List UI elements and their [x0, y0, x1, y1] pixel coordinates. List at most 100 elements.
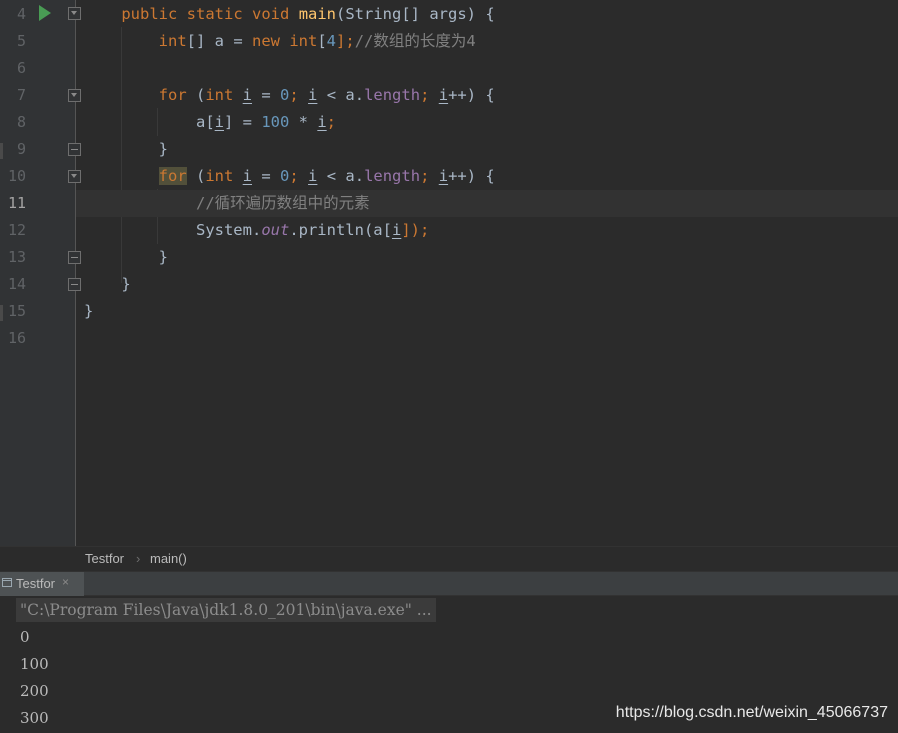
number-literal: 0: [280, 86, 290, 104]
line-number: 13: [7, 248, 26, 266]
code-text: }: [158, 248, 168, 266]
console-output-line: 0: [20, 628, 30, 646]
line-number: 8: [16, 113, 26, 131]
variable: i: [308, 86, 318, 104]
code-line: int[] a = new int[4];//数组的长度为4: [84, 28, 898, 55]
line-number: 15: [7, 302, 26, 320]
code-text: =: [252, 86, 281, 104]
run-console[interactable]: "C:\Program Files\Java\jdk1.8.0_201\bin\…: [0, 596, 898, 733]
tab-testfor[interactable]: Testfor ×: [0, 572, 84, 596]
line-number: 9: [16, 140, 26, 158]
code-text: ++) {: [448, 167, 495, 185]
line-number: 6: [16, 59, 26, 77]
code-text: (: [186, 86, 206, 104]
comment: //循环遍历数组中的元素: [195, 194, 370, 212]
variable: i: [438, 86, 449, 104]
keyword: for: [158, 86, 187, 104]
number-literal: 4: [326, 32, 337, 50]
code-text: }: [121, 275, 131, 293]
code-text: ];: [336, 32, 355, 50]
line-number: 10: [7, 167, 26, 185]
line-number: 14: [7, 275, 26, 293]
fold-icon[interactable]: [68, 278, 81, 291]
line-number: 5: [16, 32, 26, 50]
editor-gutter: 4 5 6 7 8 9 10 11 12 13 14 15 16: [0, 0, 81, 546]
variable: i: [317, 113, 327, 131]
keyword: int: [158, 32, 187, 50]
code-editor[interactable]: 4 5 6 7 8 9 10 11 12 13 14 15 16 public …: [0, 0, 898, 546]
code-line-current: //循环遍历数组中的元素: [76, 190, 898, 217]
field-name: length: [364, 167, 421, 185]
run-tool-window-tabs: Testfor ×: [0, 571, 898, 596]
method-name: main: [298, 5, 337, 23]
keyword: new: [251, 32, 280, 50]
line-number: 4: [16, 5, 26, 23]
keyword: void: [252, 5, 290, 23]
code-text: [: [317, 32, 327, 50]
keyword: for: [158, 167, 187, 185]
variable: i: [391, 221, 402, 239]
comment: //数组的长度为4: [354, 32, 476, 50]
code-text: (String[] args) {: [336, 5, 495, 23]
variable: i: [438, 167, 449, 185]
fold-icon[interactable]: [68, 170, 81, 183]
keyword: int: [205, 167, 234, 185]
code-text: [] a =: [186, 32, 252, 50]
breadcrumb-separator: ›: [136, 551, 141, 566]
static-field: out: [261, 221, 290, 239]
code-text: *: [289, 113, 318, 131]
fold-icon[interactable]: [68, 143, 81, 156]
keyword: static: [186, 5, 243, 23]
fold-icon[interactable]: [68, 89, 81, 102]
close-icon[interactable]: ×: [62, 575, 69, 589]
variable: i: [214, 113, 224, 131]
code-text: }: [158, 140, 168, 158]
number-literal: 100: [261, 113, 290, 131]
keyword: public: [121, 5, 178, 23]
code-text: ;: [326, 113, 337, 131]
keyword: int: [205, 86, 234, 104]
line-number: 12: [7, 221, 26, 239]
code-text: < a.: [317, 167, 365, 185]
fold-icon[interactable]: [68, 251, 81, 264]
code-line: for (int i = 0; i < a.length; i++) {: [84, 163, 898, 190]
keyword: int: [289, 32, 318, 50]
variable: i: [308, 167, 318, 185]
field-name: length: [364, 86, 421, 104]
code-line: }: [84, 271, 898, 298]
code-text: System.: [195, 221, 262, 239]
breadcrumb-item-class[interactable]: Testfor: [85, 551, 124, 566]
tab-label: Testfor: [16, 576, 56, 591]
console-output-line: 200: [20, 682, 49, 700]
line-number: 16: [7, 329, 26, 347]
variable: i: [242, 167, 253, 185]
code-text: ;: [289, 167, 299, 185]
breadcrumb: Testfor › main(): [0, 546, 898, 572]
console-command-line[interactable]: "C:\Program Files\Java\jdk1.8.0_201\bin\…: [16, 598, 436, 622]
code-text: ]);: [401, 221, 430, 239]
code-line: for (int i = 0; i < a.length; i++) {: [84, 82, 898, 109]
code-line: }: [84, 244, 898, 271]
code-text: }: [84, 302, 94, 320]
watermark: https://blog.csdn.net/weixin_45066737: [615, 704, 888, 721]
gutter-marker: [0, 143, 3, 159]
gutter-marker: [0, 305, 3, 321]
code-line: }: [84, 298, 898, 325]
run-icon[interactable]: [39, 5, 51, 21]
code-line: public static void main(String[] args) {: [84, 1, 898, 28]
console-icon: [2, 578, 12, 587]
variable: i: [242, 86, 253, 104]
code-line: a[i] = 100 * i;: [84, 109, 898, 136]
console-output-line: 100: [20, 655, 49, 673]
line-number: 7: [16, 86, 26, 104]
code-line: System.out.println(a[i]);: [84, 217, 898, 244]
code-text: ] =: [224, 113, 262, 131]
code-line: }: [84, 136, 898, 163]
code-text: .println(a[: [289, 221, 392, 239]
code-text: ;: [289, 86, 299, 104]
code-text: ;: [420, 167, 430, 185]
fold-icon[interactable]: [68, 7, 81, 20]
code-text: a[: [195, 113, 215, 131]
code-text: < a.: [317, 86, 365, 104]
breadcrumb-item-method[interactable]: main(): [150, 551, 187, 566]
